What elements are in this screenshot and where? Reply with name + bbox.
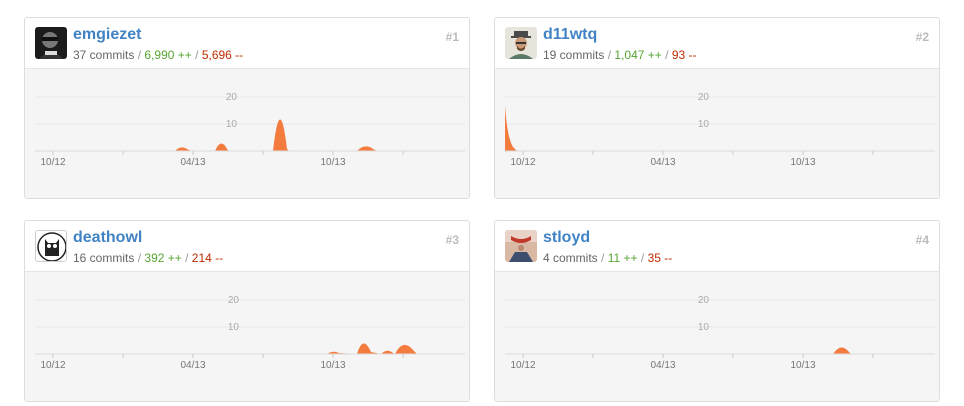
x-tick-label: 10/13 bbox=[790, 157, 815, 168]
commit-activity-chart: 20 10 10/12 04/13 10/13 bbox=[495, 69, 939, 198]
commit-count[interactable]: 37 commits bbox=[73, 48, 134, 62]
contributor-header: d11wtq 19 commits / 1,047 ++ / 93 -- #2 bbox=[495, 18, 939, 69]
x-tick-label: 10/12 bbox=[40, 360, 65, 371]
contributor-username-link[interactable]: deathowl bbox=[73, 229, 142, 247]
commit-activity-chart: 20 10 10/12 04/13 10/13 bbox=[25, 272, 469, 401]
stats-separator: / bbox=[195, 48, 199, 62]
chart-svg: 20 10 10/12 04/13 10/13 bbox=[35, 295, 465, 371]
x-tick-label: 04/13 bbox=[650, 360, 675, 371]
contributor-header: stloyd 4 commits / 11 ++ / 35 -- #4 bbox=[495, 221, 939, 272]
commit-count[interactable]: 16 commits bbox=[73, 251, 134, 265]
x-axis-ticks bbox=[522, 354, 874, 358]
chart-svg: 20 10 10/12 04/13 10/13 bbox=[505, 92, 935, 168]
commit-count[interactable]: 4 commits bbox=[543, 251, 598, 265]
x-tick-label: 10/12 bbox=[510, 157, 535, 168]
y-tick-label: 10 bbox=[226, 119, 238, 130]
chart-svg: 20 10 10/12 04/13 10/13 bbox=[35, 92, 465, 168]
x-tick-label: 10/13 bbox=[790, 360, 815, 371]
y-tick-label: 10 bbox=[698, 119, 710, 130]
contributor-username-link[interactable]: d11wtq bbox=[543, 26, 597, 44]
contributor-card-2: d11wtq 19 commits / 1,047 ++ / 93 -- #2 … bbox=[494, 17, 940, 199]
x-tick-label: 10/12 bbox=[510, 360, 535, 371]
commit-activity-chart: 20 10 10/12 04/13 10/13 bbox=[25, 69, 469, 198]
additions-count: 6,990 ++ bbox=[144, 48, 192, 62]
commit-area-series bbox=[505, 105, 517, 151]
additions-count: 11 ++ bbox=[607, 251, 638, 265]
x-axis-ticks bbox=[52, 354, 404, 358]
stats-separator: / bbox=[601, 251, 605, 265]
deletions-count: 35 -- bbox=[647, 251, 673, 265]
commit-count[interactable]: 19 commits bbox=[543, 48, 604, 62]
contributor-card-3: deathowl 16 commits / 392 ++ / 214 -- #3… bbox=[24, 220, 470, 402]
y-tick-label: 10 bbox=[698, 322, 710, 333]
commit-activity-chart: 20 10 10/12 04/13 10/13 bbox=[495, 272, 939, 401]
contributor-stats: 16 commits / 392 ++ / 214 -- bbox=[73, 251, 223, 265]
additions-count: 392 ++ bbox=[144, 251, 182, 265]
chart-ygrid bbox=[35, 299, 465, 328]
x-tick-label: 04/13 bbox=[180, 157, 205, 168]
y-tick-label: 10 bbox=[228, 322, 240, 333]
x-tick-label: 04/13 bbox=[650, 157, 675, 168]
stloyd-avatar-icon[interactable] bbox=[505, 230, 537, 262]
y-tick-label: 20 bbox=[228, 295, 240, 306]
stats-separator: / bbox=[640, 251, 645, 265]
y-tick-label: 20 bbox=[698, 295, 710, 306]
contributor-rank: #2 bbox=[915, 30, 929, 44]
stats-separator: / bbox=[185, 251, 189, 265]
chart-ygrid bbox=[505, 299, 935, 328]
emgiezet-avatar-icon[interactable] bbox=[35, 27, 67, 59]
y-tick-label: 20 bbox=[698, 92, 710, 103]
contributor-stats: 4 commits / 11 ++ / 35 -- bbox=[543, 251, 672, 265]
chart-ygrid bbox=[505, 96, 935, 125]
contributor-header: deathowl 16 commits / 392 ++ / 214 -- #3 bbox=[25, 221, 469, 272]
x-axis-ticks bbox=[522, 151, 874, 155]
commit-area-series bbox=[505, 347, 851, 354]
x-tick-label: 10/13 bbox=[320, 360, 345, 371]
contributor-rank: #4 bbox=[915, 233, 929, 247]
deletions-count: 5,696 -- bbox=[201, 48, 244, 62]
contributor-username-link[interactable]: emgiezet bbox=[73, 26, 141, 44]
x-tick-label: 10/12 bbox=[40, 157, 65, 168]
contributor-card-1: emgiezet 37 commits / 6,990 ++ / 5,696 -… bbox=[24, 17, 470, 199]
contributor-rank: #3 bbox=[445, 233, 459, 247]
chart-ygrid bbox=[35, 96, 465, 125]
deletions-count: 93 -- bbox=[671, 48, 697, 62]
contributor-stats: 37 commits / 6,990 ++ / 5,696 -- bbox=[73, 48, 243, 62]
stats-separator: / bbox=[665, 48, 669, 62]
stats-separator: / bbox=[607, 48, 612, 62]
deathowl-avatar-icon[interactable] bbox=[35, 230, 67, 262]
chart-svg: 20 10 10/12 04/13 10/13 bbox=[505, 295, 935, 371]
contributor-card-4: stloyd 4 commits / 11 ++ / 35 -- #4 20 1… bbox=[494, 220, 940, 402]
contributor-header: emgiezet 37 commits / 6,990 ++ / 5,696 -… bbox=[25, 18, 469, 69]
contributor-username-link[interactable]: stloyd bbox=[543, 229, 590, 247]
x-axis-ticks bbox=[52, 151, 404, 155]
additions-count: 1,047 ++ bbox=[614, 48, 662, 62]
x-tick-label: 10/13 bbox=[320, 157, 345, 168]
y-tick-label: 20 bbox=[226, 92, 238, 103]
stats-separator: / bbox=[137, 48, 142, 62]
x-tick-label: 04/13 bbox=[180, 360, 205, 371]
stats-separator: / bbox=[137, 251, 142, 265]
contributor-stats: 19 commits / 1,047 ++ / 93 -- bbox=[543, 48, 697, 62]
contributor-rank: #1 bbox=[445, 30, 459, 44]
deletions-count: 214 -- bbox=[191, 251, 224, 265]
d11wtq-avatar-icon[interactable] bbox=[505, 27, 537, 59]
commit-area-series bbox=[35, 343, 417, 354]
